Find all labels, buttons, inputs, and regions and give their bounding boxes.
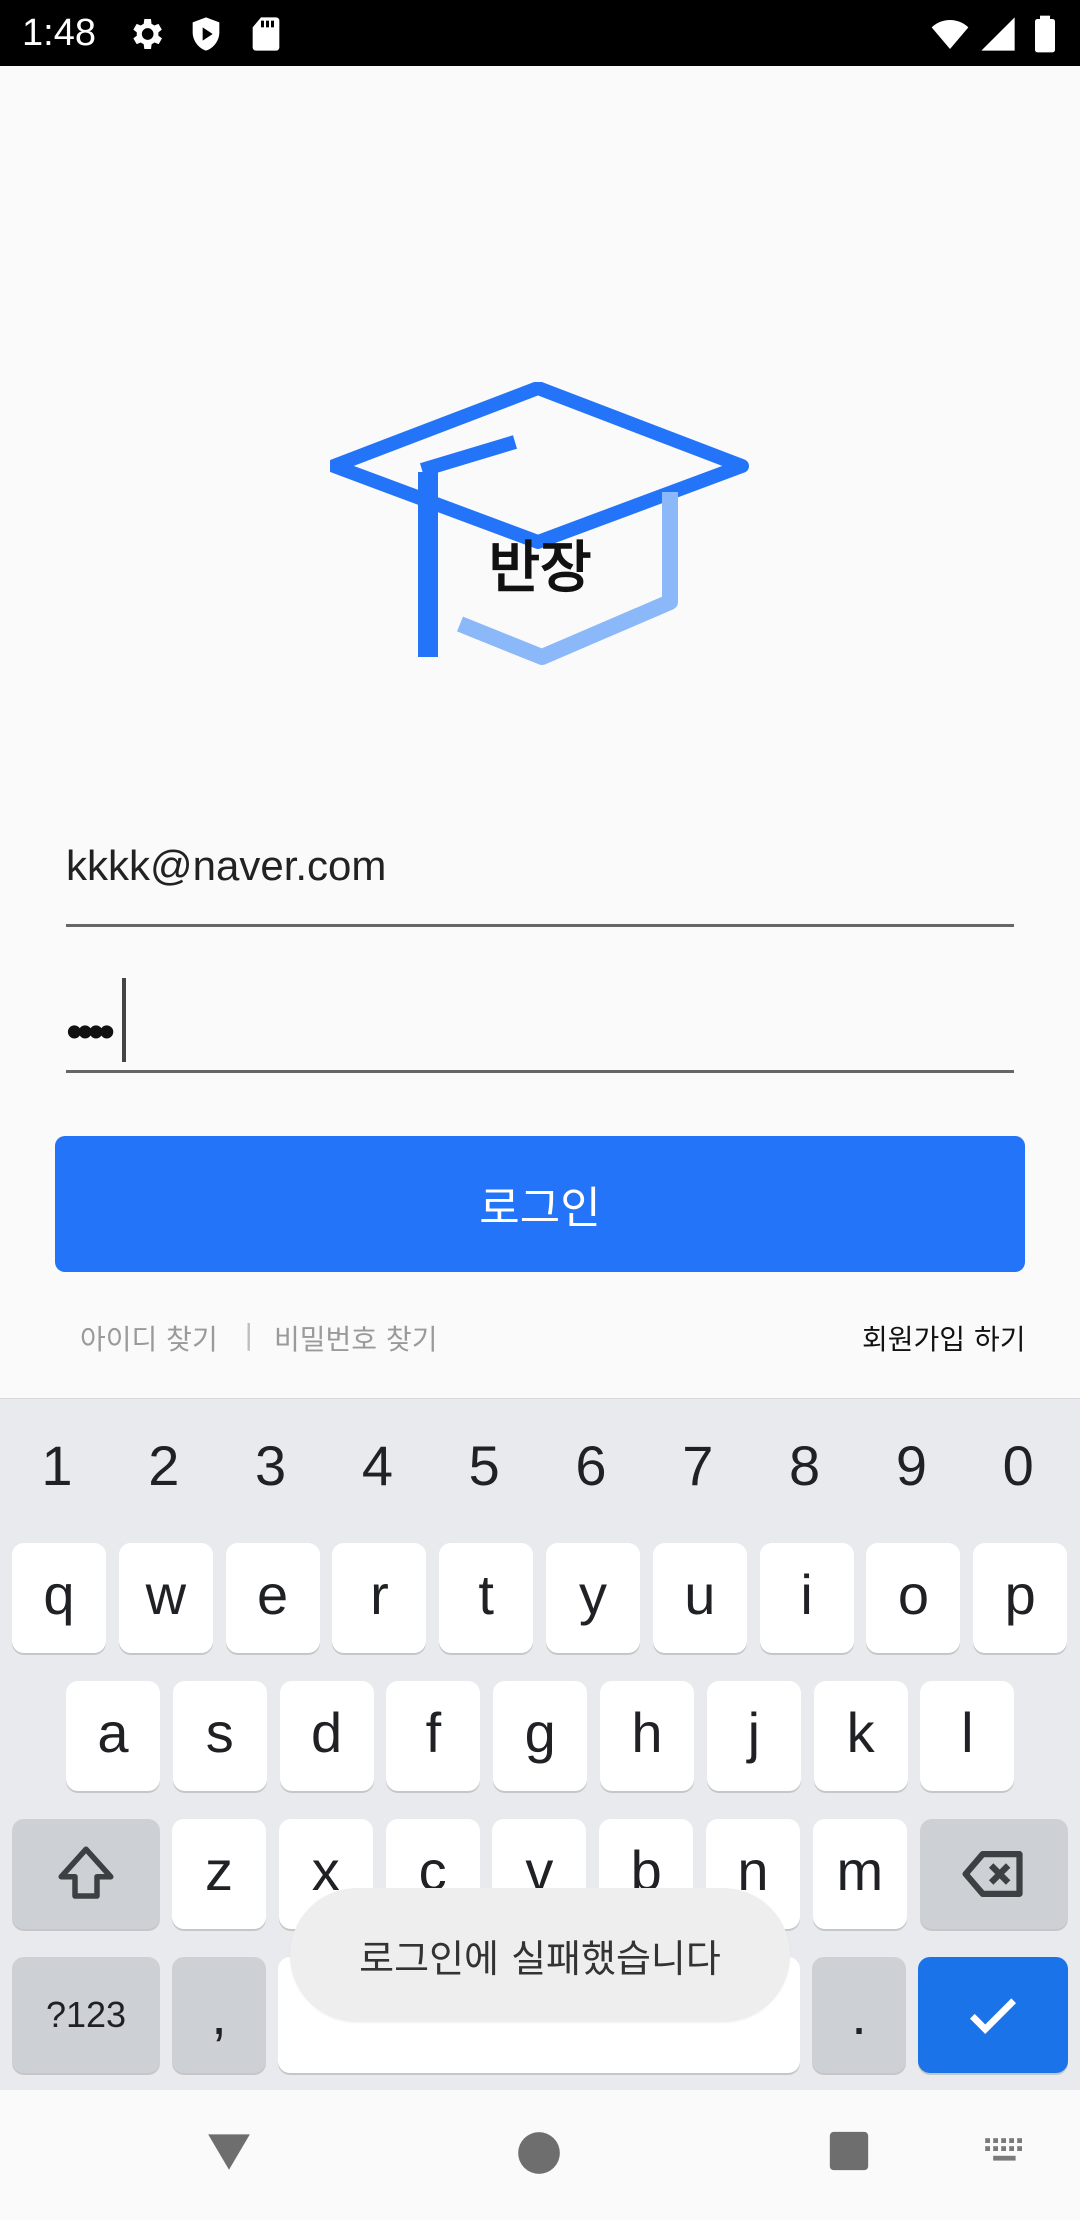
key-r[interactable]: r — [332, 1543, 427, 1653]
shift-key[interactable] — [12, 1819, 160, 1929]
key-l[interactable]: l — [920, 1681, 1015, 1791]
sd-card-icon — [252, 17, 280, 51]
key-z[interactable]: z — [172, 1819, 266, 1929]
key-label-r: r — [370, 1563, 389, 1626]
key-k[interactable]: k — [813, 1681, 908, 1791]
shield-play-icon — [192, 17, 220, 51]
key-label-h: h — [631, 1701, 663, 1764]
key-label-o: o — [897, 1563, 929, 1626]
key-label-g: g — [524, 1701, 556, 1764]
number-key-0[interactable]: 0 — [988, 1427, 1048, 1505]
key-label-i: i — [800, 1563, 813, 1626]
password-field[interactable]: •••• — [66, 950, 1014, 1073]
number-row: 1234567890 — [0, 1427, 1080, 1505]
key-e[interactable]: e — [225, 1543, 320, 1653]
key-label-s: s — [205, 1701, 234, 1764]
battery-icon — [1035, 15, 1055, 53]
key-label-u: u — [684, 1563, 716, 1626]
settings-icon — [133, 19, 162, 49]
recents-icon[interactable] — [826, 2128, 872, 2174]
wifi-icon — [931, 20, 969, 49]
key-f[interactable]: f — [386, 1681, 481, 1791]
find-password-link[interactable]: 비밀번호 찾기 — [274, 1318, 437, 1364]
key-u[interactable]: u — [652, 1543, 747, 1653]
home-icon[interactable] — [514, 2128, 564, 2178]
enter-key[interactable] — [918, 1957, 1068, 2073]
email-value: kkkk@naver.com — [66, 842, 387, 889]
link-separator: | — [244, 1318, 254, 1351]
number-key-1[interactable]: 1 — [27, 1427, 87, 1505]
number-key-2[interactable]: 2 — [134, 1427, 194, 1505]
back-icon[interactable] — [204, 2126, 254, 2176]
status-time: 1:48 — [22, 12, 96, 54]
key-d[interactable]: d — [279, 1681, 374, 1791]
key-label-l: l — [961, 1701, 974, 1764]
number-key-4[interactable]: 4 — [347, 1427, 407, 1505]
key-label-j: j — [747, 1701, 761, 1764]
key-label-e: e — [257, 1563, 289, 1626]
key-m[interactable]: m — [812, 1819, 907, 1929]
number-key-3[interactable]: 3 — [241, 1427, 301, 1505]
period-key-label: . — [851, 1983, 867, 2046]
backspace-icon — [962, 1851, 1023, 1897]
symbols-key[interactable]: ?123 — [12, 1957, 160, 2073]
key-label-a: a — [97, 1701, 129, 1764]
key-label-y: y — [579, 1563, 607, 1626]
text-cursor — [122, 978, 126, 1062]
key-label-f: f — [425, 1701, 442, 1764]
key-label-p: p — [1004, 1563, 1036, 1626]
key-a[interactable]: a — [66, 1681, 160, 1791]
keyboard-switch-icon[interactable] — [982, 2134, 1030, 2168]
key-i[interactable]: i — [759, 1543, 854, 1653]
key-w[interactable]: w — [118, 1543, 213, 1653]
toast-text: 로그인에 실패했습니다 — [359, 1936, 721, 1981]
number-key-5[interactable]: 5 — [454, 1427, 514, 1505]
key-label-q: q — [43, 1563, 75, 1626]
checkmark-icon — [969, 1998, 1017, 2034]
status-bar: 1:48 — [0, 0, 1080, 66]
number-key-6[interactable]: 6 — [561, 1427, 621, 1505]
symbols-key-label: ?123 — [45, 1994, 127, 2035]
key-j[interactable]: j — [706, 1681, 801, 1791]
key-t[interactable]: t — [439, 1543, 534, 1653]
toast-message: 로그인에 실패했습니다 — [290, 1888, 790, 2022]
signal-icon — [981, 17, 1015, 51]
number-key-8[interactable]: 8 — [775, 1427, 835, 1505]
shift-icon — [58, 1846, 114, 1899]
key-y[interactable]: y — [546, 1543, 640, 1653]
key-label-t: t — [478, 1563, 494, 1626]
key-label-w: w — [145, 1563, 187, 1626]
number-key-7[interactable]: 7 — [668, 1427, 728, 1505]
key-label-m: m — [836, 1839, 884, 1902]
key-g[interactable]: g — [493, 1681, 588, 1791]
find-id-link[interactable]: 아이디 찾기 — [80, 1318, 218, 1364]
navigation-bar — [0, 2090, 1080, 2220]
login-button-label: 로그인 — [479, 1183, 601, 1234]
key-label-d: d — [311, 1701, 343, 1764]
logo-text: 반장 — [488, 536, 591, 601]
key-p[interactable]: p — [973, 1543, 1068, 1653]
key-s[interactable]: s — [172, 1681, 267, 1791]
key-label-z: z — [205, 1839, 233, 1902]
period-key[interactable]: . — [812, 1957, 906, 2073]
login-button[interactable]: 로그인 — [55, 1136, 1025, 1272]
number-key-9[interactable]: 9 — [881, 1427, 941, 1505]
comma-key-label: , — [211, 1983, 227, 2046]
key-o[interactable]: o — [866, 1543, 961, 1653]
key-q[interactable]: q — [12, 1543, 106, 1653]
key-label-k: k — [846, 1701, 875, 1764]
app-logo: 반장 — [330, 382, 749, 665]
backspace-key[interactable] — [920, 1819, 1068, 1929]
email-field[interactable]: kkkk@naver.com — [66, 800, 1014, 927]
password-value: •••• — [66, 1006, 115, 1059]
signup-link[interactable]: 회원가입 하기 — [862, 1318, 1025, 1364]
comma-key[interactable]: , — [172, 1957, 266, 2073]
key-h[interactable]: h — [600, 1681, 694, 1791]
